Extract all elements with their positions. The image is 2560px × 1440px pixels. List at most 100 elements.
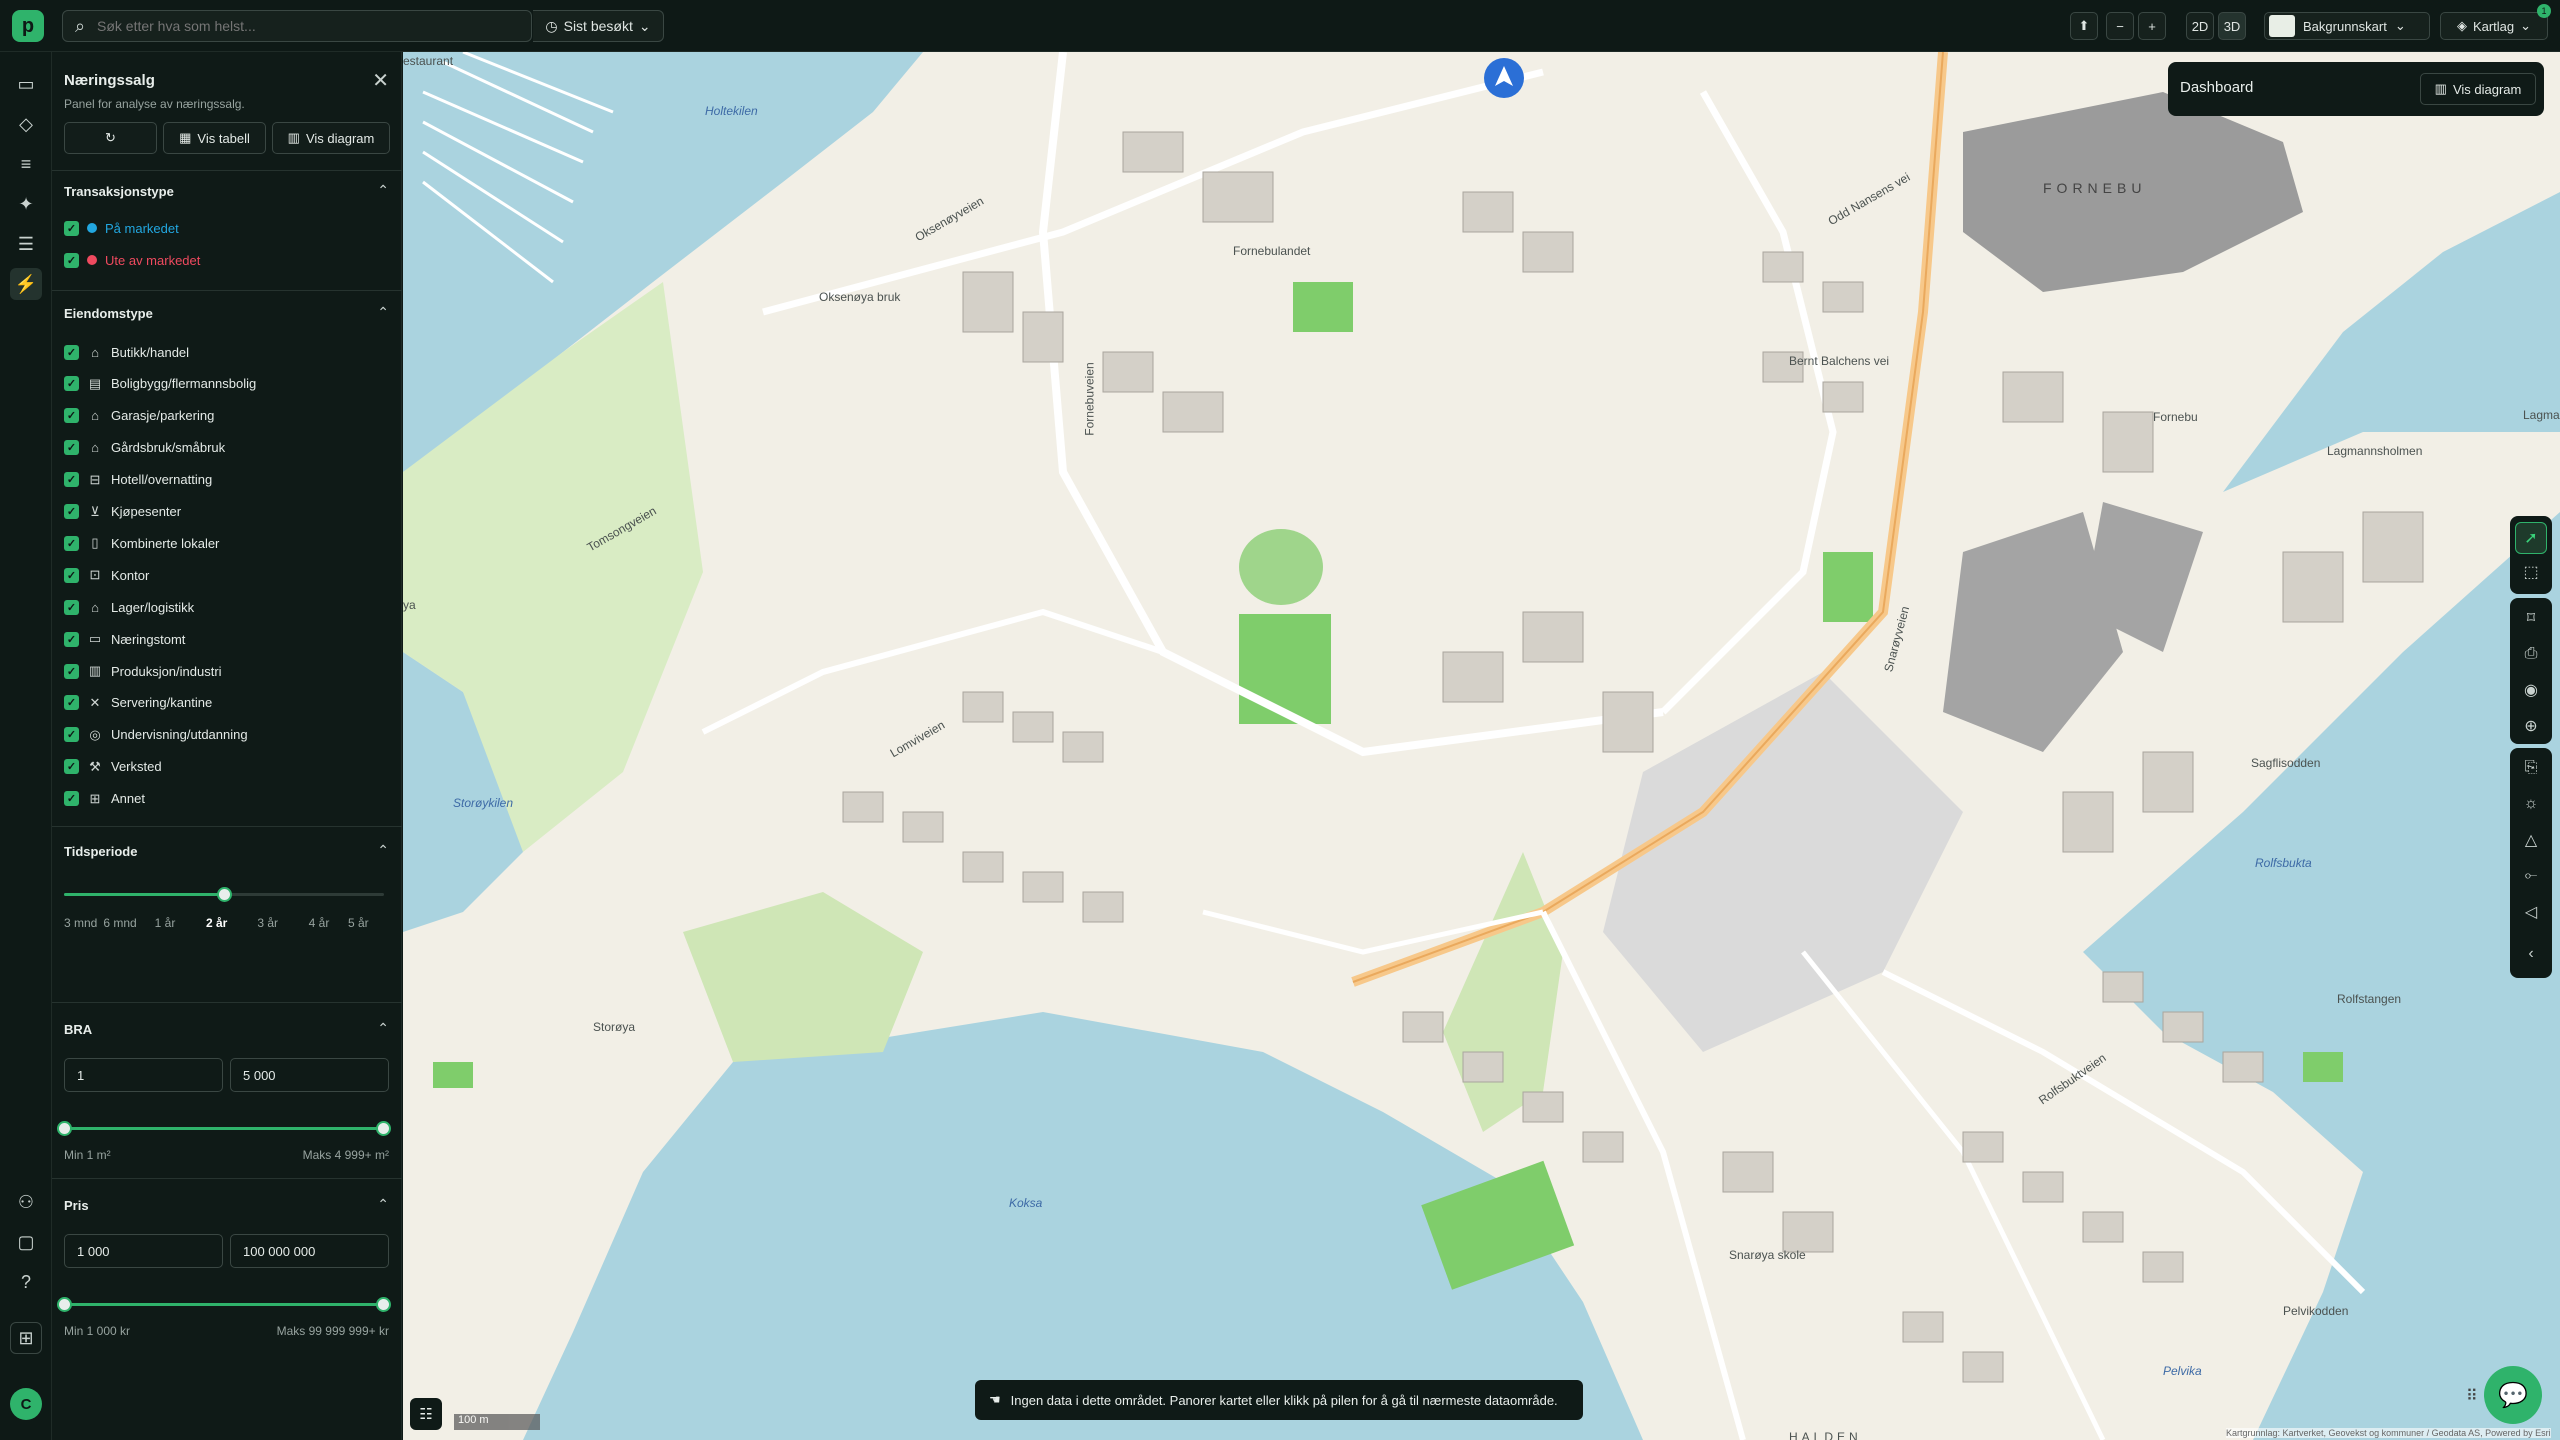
transaction-option[interactable]: ✓ På markedet xyxy=(64,218,179,238)
price-slider-max-handle[interactable] xyxy=(376,1297,391,1312)
bra-min-input[interactable] xyxy=(64,1058,223,1092)
show-chart-button[interactable]: ▥ Vis diagram xyxy=(272,122,390,154)
view-2d-button[interactable]: 2D xyxy=(2186,12,2214,40)
property-type-option[interactable]: ✓ ⊞ Annet xyxy=(64,789,145,809)
apps-icon[interactable]: ⊞ xyxy=(10,1322,42,1354)
property-type-option[interactable]: ✓ ⌂ Garasje/parkering xyxy=(64,406,214,426)
checkbox[interactable]: ✓ xyxy=(64,599,79,615)
avatar[interactable]: C xyxy=(10,1388,42,1420)
tag-icon[interactable]: ◇ xyxy=(10,108,42,140)
property-type-option[interactable]: ✓ ⌂ Butikk/handel xyxy=(64,342,189,362)
chevron-up-icon[interactable]: ⌃ xyxy=(377,182,389,199)
checkbox[interactable]: ✓ xyxy=(64,631,79,647)
measure-area-icon[interactable]: △ xyxy=(2515,824,2547,856)
price-max-input[interactable] xyxy=(230,1234,389,1268)
sales-icon[interactable]: ⚡ xyxy=(10,268,42,300)
property-type-option[interactable]: ✓ ⊡ Kontor xyxy=(64,565,149,585)
checkbox[interactable]: ✓ xyxy=(64,567,79,583)
period-slider[interactable] xyxy=(64,887,384,902)
property-type-option[interactable]: ✓ ⌂ Gårdsbruk/småbruk xyxy=(64,438,225,458)
checkbox[interactable]: ✓ xyxy=(64,695,79,711)
search-input[interactable] xyxy=(97,11,531,41)
checkbox[interactable]: ✓ xyxy=(64,252,79,268)
price-slider[interactable] xyxy=(57,1297,391,1312)
slice-icon[interactable]: ◁ xyxy=(2515,896,2547,928)
pointer-icon[interactable]: ➚ xyxy=(2515,522,2547,554)
checkbox[interactable]: ✓ xyxy=(64,791,79,807)
period-section-title[interactable]: Tidsperiode xyxy=(64,844,137,859)
period-tick[interactable]: 3 år xyxy=(257,916,278,930)
period-tick[interactable]: 4 år xyxy=(309,916,330,930)
property-type-option[interactable]: ✓ ▯ Kombinerte lokaler xyxy=(64,533,219,553)
show-table-button[interactable]: ▦ Vis tabell xyxy=(163,122,266,154)
checkbox[interactable]: ✓ xyxy=(64,535,79,551)
property-type-option[interactable]: ✓ ⊻ Kjøpesenter xyxy=(64,502,181,522)
layers-button[interactable]: ◈ Kartlag ⌄ xyxy=(2440,12,2548,40)
measure-distance-icon[interactable]: ⟜ xyxy=(2515,860,2547,892)
checkbox[interactable]: ✓ xyxy=(64,727,79,743)
price-min-input[interactable] xyxy=(64,1234,223,1268)
reset-button[interactable]: ↻ xyxy=(64,122,157,154)
checkbox[interactable]: ✓ xyxy=(64,344,79,360)
property-type-option[interactable]: ✓ ▥ Produksjon/industri xyxy=(64,661,222,681)
property-type-option[interactable]: ✓ ✕ Servering/kantine xyxy=(64,693,212,713)
checkbox[interactable]: ✓ xyxy=(64,408,79,424)
chat-button[interactable]: 💬 xyxy=(2484,1366,2542,1424)
period-slider-handle[interactable] xyxy=(217,887,232,902)
checkbox[interactable]: ✓ xyxy=(64,220,79,236)
dashboard-chart-button[interactable]: ▥ Vis diagram xyxy=(2420,73,2536,105)
app-logo[interactable]: p xyxy=(12,10,44,42)
print-icon[interactable]: ⎙ xyxy=(2515,638,2547,670)
checkbox[interactable]: ✓ xyxy=(64,504,79,519)
property-section-title[interactable]: Eiendomstype xyxy=(64,306,153,321)
checkbox[interactable]: ✓ xyxy=(64,759,79,775)
bra-slider-max-handle[interactable] xyxy=(376,1121,391,1136)
close-icon[interactable]: ✕ xyxy=(372,68,389,93)
period-tick[interactable]: 6 mnd xyxy=(103,916,136,930)
add-user-icon[interactable]: ⚇ xyxy=(10,1186,42,1218)
sun-icon[interactable]: ☼ xyxy=(2515,788,2547,820)
locate-icon[interactable]: ⊕ xyxy=(2515,710,2547,742)
zoom-out-button[interactable]: − xyxy=(2106,12,2134,40)
chevron-left-icon[interactable]: ‹ xyxy=(2515,938,2547,970)
list-icon[interactable]: ≡ xyxy=(10,148,42,180)
help-icon[interactable]: ? xyxy=(10,1266,42,1298)
zoom-in-button[interactable]: + xyxy=(2138,12,2166,40)
property-type-option[interactable]: ✓ ⌂ Lager/logistikk xyxy=(64,597,194,617)
period-tick[interactable]: 5 år xyxy=(348,916,369,930)
chevron-up-icon[interactable]: ⌃ xyxy=(377,304,389,321)
property-type-option[interactable]: ✓ ⚒ Verksted xyxy=(64,757,162,777)
message-icon[interactable]: ▢ xyxy=(10,1226,42,1258)
chevron-up-icon[interactable]: ⌃ xyxy=(377,1020,389,1037)
print-area-icon[interactable]: ⎘ xyxy=(2515,752,2547,784)
search-box[interactable]: ⌕ xyxy=(62,10,532,42)
price-section-title[interactable]: Pris xyxy=(64,1198,89,1213)
checkbox[interactable]: ✓ xyxy=(64,440,79,456)
camera-icon[interactable]: ◉ xyxy=(2515,674,2547,706)
checkbox[interactable]: ✓ xyxy=(64,376,79,392)
checkbox[interactable]: ✓ xyxy=(64,663,79,679)
property-type-option[interactable]: ✓ ⊟ Hotell/overnatting xyxy=(64,470,212,490)
period-tick[interactable]: 3 mnd xyxy=(64,916,97,930)
property-type-option[interactable]: ✓ ▭ Næringstomt xyxy=(64,629,185,649)
map-canvas[interactable]: FORNEBU Fornebulandet Oksenøya bruk Stor… xyxy=(403,52,2560,1440)
bra-max-input[interactable] xyxy=(230,1058,389,1092)
checkbox[interactable]: ✓ xyxy=(64,472,79,488)
period-tick[interactable]: 2 år xyxy=(206,916,227,930)
transaction-section-title[interactable]: Transaksjonstype xyxy=(64,184,174,199)
view-3d-button[interactable]: 3D xyxy=(2218,12,2246,40)
analytics-icon[interactable]: ✦ xyxy=(10,188,42,220)
transaction-option[interactable]: ✓ Ute av markedet xyxy=(64,250,200,270)
north-arrow-button[interactable]: ⬆ xyxy=(2070,12,2098,40)
drag-handle-icon[interactable]: ⠿ xyxy=(2466,1386,2478,1406)
property-type-option[interactable]: ✓ ▤ Boligbygg/flermannsbolig xyxy=(64,374,256,394)
property-type-option[interactable]: ✓ ◎ Undervisning/utdanning xyxy=(64,725,248,745)
bra-section-title[interactable]: BRA xyxy=(64,1022,92,1037)
bra-slider-min-handle[interactable] xyxy=(57,1121,72,1136)
period-tick[interactable]: 1 år xyxy=(155,916,176,930)
recent-button[interactable]: ◷ Sist besøkt ⌄ xyxy=(533,10,664,42)
basemap-button[interactable]: Bakgrunnskart ⌄ xyxy=(2264,12,2430,40)
legend-button[interactable]: ☷ xyxy=(410,1398,442,1430)
chevron-up-icon[interactable]: ⌃ xyxy=(377,842,389,859)
book-icon[interactable]: ▭ xyxy=(10,68,42,100)
